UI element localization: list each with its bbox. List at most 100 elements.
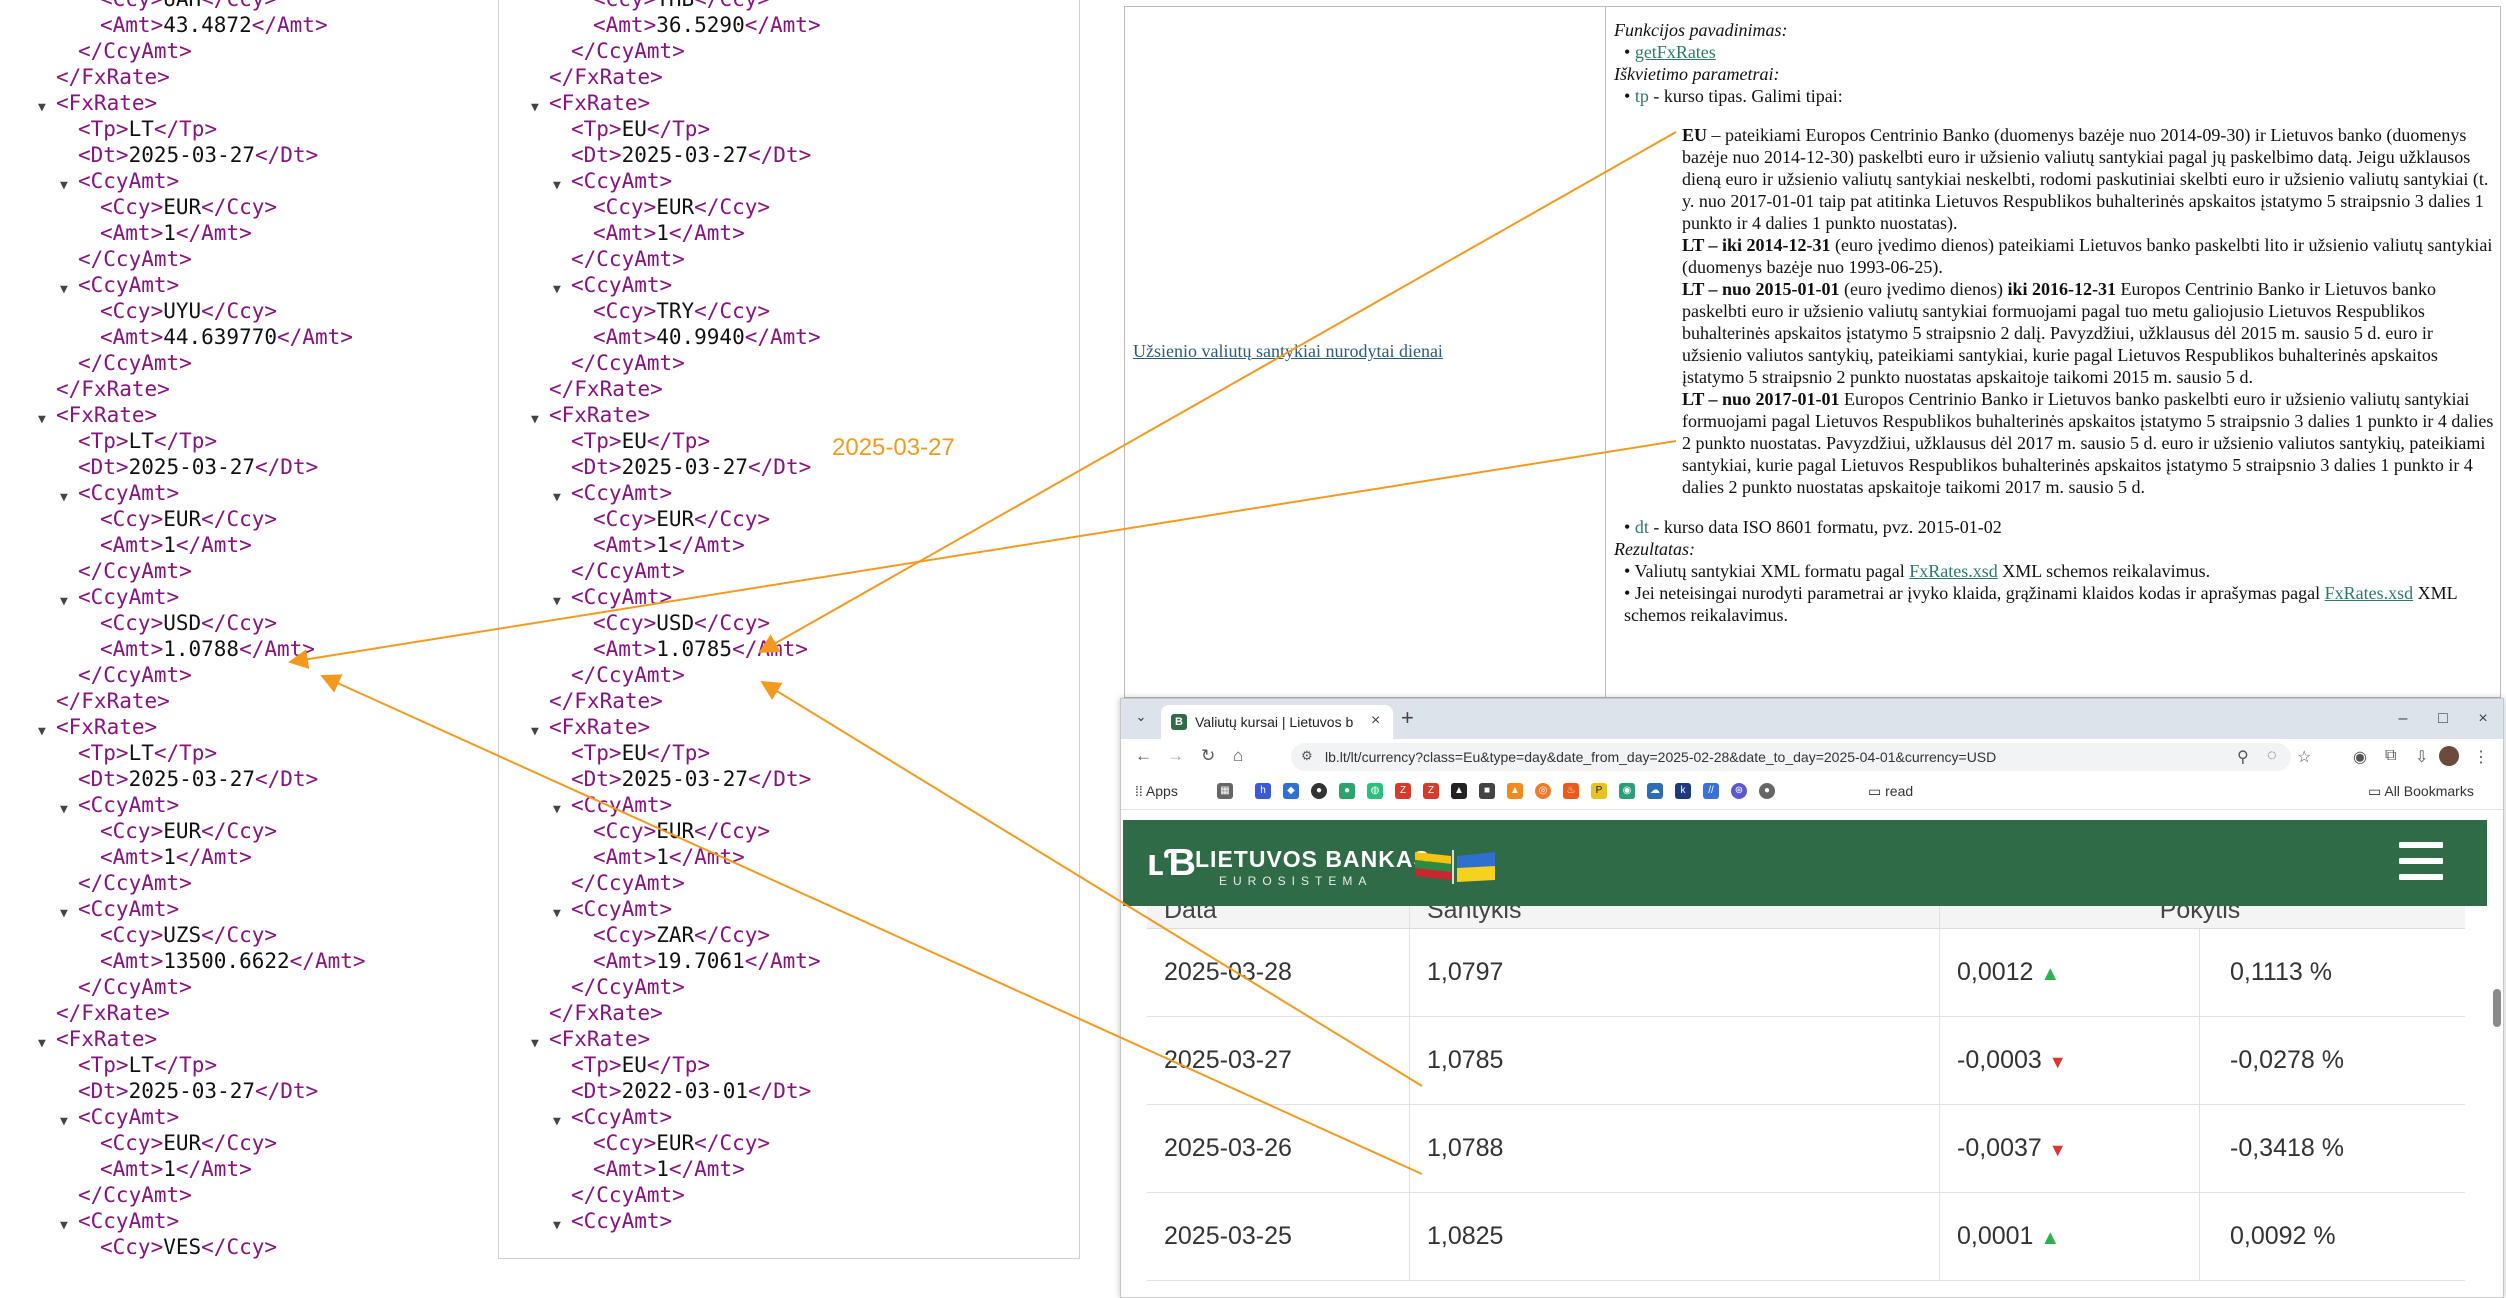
bookmark-cloud-icon[interactable]: ☁ bbox=[1647, 783, 1663, 799]
bookmark-slash-icon[interactable]: // bbox=[1703, 783, 1719, 799]
xml-line: <Tp>EU</Tp> bbox=[571, 117, 711, 141]
xml-line: <Amt>44.639770</Amt> bbox=[100, 325, 353, 349]
site-header: ʟƁ LIETUVOS BANKAS EUROSISTEMA bbox=[1123, 820, 2487, 906]
cell-change: 0,0012 ▲ bbox=[1939, 929, 2217, 1016]
address-bar[interactable]: ⚙ lb.lt/lt/currency?class=Eu&type=day&da… bbox=[1291, 743, 2291, 771]
new-tab-icon[interactable]: + bbox=[1401, 705, 1414, 731]
xml-line: <Ccy>EUR</Ccy> bbox=[100, 507, 278, 531]
hamburger-menu-icon[interactable] bbox=[2399, 842, 2443, 882]
xml-line: <Tp>LT</Tp> bbox=[78, 741, 218, 765]
xml-line: <Dt>2025-03-27</Dt> bbox=[78, 1079, 319, 1103]
xml-line: ▼ <FxRate> bbox=[0, 714, 496, 740]
forward-icon[interactable]: → bbox=[1167, 746, 1184, 766]
bookmark-triangle-icon[interactable]: ▲ bbox=[1451, 783, 1467, 799]
bookmark-p-icon[interactable]: P bbox=[1591, 783, 1607, 799]
xml-line: ▼ <FxRate> bbox=[499, 402, 1079, 428]
xml-line: ▼ <CcyAmt> bbox=[499, 480, 1079, 506]
active-tab[interactable]: B Valiutų kursai | Lietuvos b × bbox=[1161, 705, 1393, 739]
maximize-icon[interactable]: □ bbox=[2431, 707, 2455, 731]
bookmark-apps-label: Apps bbox=[1145, 783, 1178, 799]
home-icon[interactable]: ⌂ bbox=[1233, 746, 1243, 766]
xml-line: </CcyAmt> bbox=[78, 871, 192, 895]
xml-line: <Dt>2025-03-27</Dt> bbox=[78, 767, 319, 791]
logo-subtitle: EUROSISTEMA bbox=[1219, 874, 1373, 888]
url-text[interactable]: lb.lt/lt/currency?class=Eu&type=day&date… bbox=[1325, 749, 1996, 765]
xml-line: <Dt>2025-03-27</Dt> bbox=[571, 455, 812, 479]
xml-line: <Ccy>EUR</Ccy> bbox=[100, 1131, 278, 1155]
arrow-down-icon: ▼ bbox=[2048, 1052, 2067, 1072]
menu-dots-icon[interactable]: ⋮ bbox=[2473, 747, 2489, 767]
bookmark-swirl-icon[interactable]: ⊛ bbox=[1731, 783, 1747, 799]
tp-lt3-description: LT – nuo 2017-01-01 Europos Centrinio Ba… bbox=[1614, 388, 2494, 498]
xml-line: <Amt>1.0788</Amt> bbox=[100, 637, 315, 661]
back-icon[interactable]: ← bbox=[1135, 746, 1152, 766]
fxrates-xsd-link-2[interactable]: FxRates.xsd bbox=[2325, 583, 2414, 603]
xml-line: ▼ <CcyAmt> bbox=[0, 896, 496, 922]
bookmark-dark-icon[interactable]: ● bbox=[1311, 783, 1327, 799]
result-2-text: Jei neteisingai nurodyti parametrai ar į… bbox=[1634, 583, 2325, 603]
xml-line: </CcyAmt> bbox=[571, 559, 685, 583]
bookmark-github-icon[interactable]: ● bbox=[1759, 783, 1775, 799]
xml-line: <Ccy>USD</Ccy> bbox=[100, 611, 278, 635]
lb-logo-icon[interactable]: ʟƁ bbox=[1147, 839, 1196, 887]
bullet: • bbox=[1624, 583, 1635, 603]
getfxrates-link[interactable]: getFxRates bbox=[1635, 42, 1716, 62]
bullet: • bbox=[1624, 561, 1635, 581]
bookmark-ring-icon[interactable]: ◎ bbox=[1535, 783, 1551, 799]
tab-close-icon[interactable]: × bbox=[1371, 712, 1380, 730]
xml-line: <Tp>LT</Tp> bbox=[78, 1053, 218, 1077]
cell-date: 2025-03-28 bbox=[1164, 958, 1292, 986]
xml-line: <Amt>1</Amt> bbox=[100, 533, 252, 557]
xml-line: </CcyAmt> bbox=[571, 663, 685, 687]
cell-change: -0,0037 ▼ bbox=[1939, 1105, 2217, 1192]
collapse-triangle-icon[interactable]: ▼ bbox=[553, 1213, 561, 1239]
bookmark-z2-icon[interactable]: Z bbox=[1423, 783, 1439, 799]
xml-line: ▼ <CcyAmt> bbox=[499, 168, 1079, 194]
xml-line: <Ccy>UZS</Ccy> bbox=[100, 923, 278, 947]
tab-search-icon[interactable]: ⌄ bbox=[1129, 709, 1153, 731]
bookmark-orange-icon[interactable]: ▲ bbox=[1507, 783, 1523, 799]
hide-icon[interactable]: ◌ bbox=[2267, 747, 2277, 765]
bookmark-star-icon[interactable]: ☆ bbox=[2297, 747, 2311, 767]
xml-line: </FxRate> bbox=[549, 689, 663, 713]
bookmark-folder-read[interactable]: ▭ read bbox=[1868, 783, 1913, 800]
minimize-icon[interactable]: – bbox=[2391, 707, 2415, 731]
bookmark-shield-icon[interactable]: ◆ bbox=[1283, 783, 1299, 799]
results-heading: Rezultatas: bbox=[1614, 539, 1695, 559]
bookmark-square-icon[interactable]: ■ bbox=[1479, 783, 1495, 799]
cell-date: 2025-03-25 bbox=[1164, 1222, 1292, 1250]
xml-line: <Dt>2025-03-27</Dt> bbox=[78, 455, 319, 479]
param-dt: • dt - kurso data ISO 8601 formatu, pvz.… bbox=[1614, 516, 2494, 538]
window-close-icon[interactable]: × bbox=[2471, 707, 2495, 731]
xml-line: <Ccy>USD</Ccy> bbox=[593, 611, 771, 635]
zoom-icon[interactable]: ⚲ bbox=[2237, 747, 2249, 767]
table-row: 2025-03-27 1,0785 -0,0003 ▼ -0,0278 % bbox=[1147, 1017, 2465, 1105]
extensions-puzzle-icon[interactable]: ⧉ bbox=[2385, 747, 2396, 765]
bookmark-cycle-icon[interactable]: ◍ bbox=[1367, 783, 1383, 799]
profile-avatar[interactable] bbox=[2439, 746, 2459, 766]
bookmark-fire-icon[interactable]: ♨ bbox=[1563, 783, 1579, 799]
xml-line: <Dt>2025-03-27</Dt> bbox=[78, 143, 319, 167]
bookmark-teal-icon[interactable]: ◉ bbox=[1619, 783, 1635, 799]
fx-rates-for-day-link[interactable]: Užsienio valiutų santykiai nurodytai die… bbox=[1133, 340, 1443, 362]
bookmark-green-icon[interactable]: ● bbox=[1339, 783, 1355, 799]
bookmark-blue-icon[interactable]: h bbox=[1255, 783, 1271, 799]
bookmark-k-icon[interactable]: k bbox=[1675, 783, 1691, 799]
downloads-icon[interactable]: ⇩ bbox=[2415, 747, 2428, 767]
logo-name[interactable]: LIETUVOS BANKAS bbox=[1195, 846, 1430, 873]
xml-line: <Ccy>EUR</Ccy> bbox=[100, 195, 278, 219]
xml-line: <Ccy>EUR</Ccy> bbox=[100, 819, 278, 843]
table-body: 2025-03-28 1,0797 0,0012 ▲ 0,1113 % 2025-03-… bbox=[1147, 929, 2465, 1281]
all-bookmarks-folder[interactable]: ▭ All Bookmarks bbox=[2368, 783, 2474, 800]
bookmark-grid-icon[interactable]: ▦ bbox=[1217, 783, 1233, 799]
cell-percent: -0,3418 % bbox=[2199, 1105, 2480, 1192]
site-info-icon[interactable]: ⚙ bbox=[1301, 748, 1313, 764]
xml-line: <Tp>LT</Tp> bbox=[78, 429, 218, 453]
bookmark-z-icon[interactable]: Z bbox=[1395, 783, 1411, 799]
extension-icon[interactable]: ◉ bbox=[2353, 747, 2367, 767]
bookmark-apps[interactable]: ⁞⁞ Apps bbox=[1135, 783, 1178, 799]
xml-line: <Tp>LT</Tp> bbox=[78, 117, 218, 141]
reload-icon[interactable]: ↻ bbox=[1201, 746, 1215, 766]
fxrates-xsd-link[interactable]: FxRates.xsd bbox=[1909, 561, 1998, 581]
page-scrollbar[interactable] bbox=[2493, 989, 2501, 1027]
